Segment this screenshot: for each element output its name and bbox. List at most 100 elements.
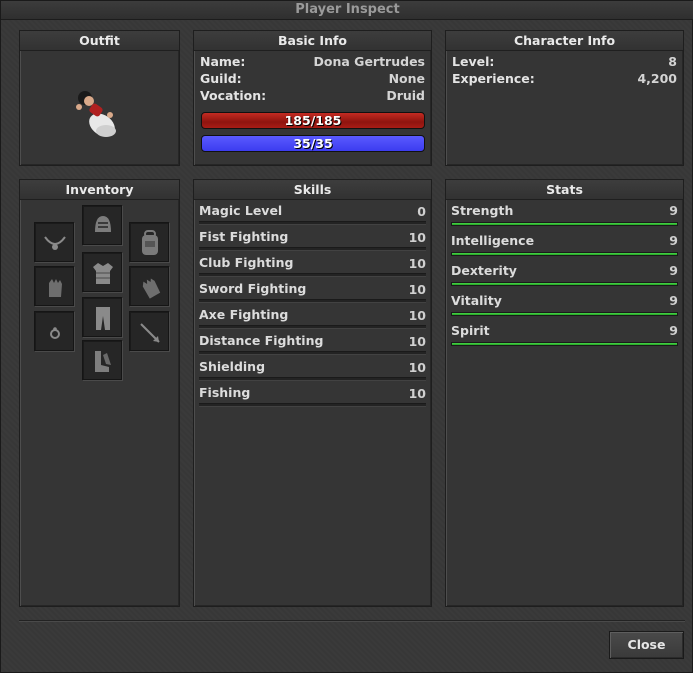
basic-info-panel: Basic Info Name: Dona Gertrudes Guild: N… — [193, 30, 432, 166]
stat-name: Vitality — [451, 293, 502, 308]
skill-progress-bar — [199, 247, 426, 251]
stat-progress-bar — [451, 252, 678, 256]
boots-icon — [95, 351, 111, 372]
backpack-slot[interactable] — [129, 222, 169, 262]
character-info-header: Character Info — [446, 31, 683, 51]
stat-name: Spirit — [451, 323, 490, 338]
arrow-slot[interactable] — [129, 311, 169, 351]
level-row: Level: 8 — [452, 53, 677, 70]
name-label: Name: — [200, 54, 246, 69]
necklace-icon — [44, 236, 66, 250]
skill-name: Magic Level — [199, 203, 283, 218]
skill-row: Fishing 10 — [199, 384, 426, 410]
arrow-icon — [140, 323, 160, 343]
stat-progress-bar — [451, 342, 678, 346]
gloves-icon — [49, 279, 62, 297]
skill-name: Fishing — [199, 385, 251, 400]
necklace-slot[interactable] — [34, 222, 74, 262]
ring-icon — [50, 327, 60, 339]
stat-row: Intelligence 9 — [451, 232, 678, 262]
skill-name: Sword Fighting — [199, 281, 307, 296]
stat-row: Vitality 9 — [451, 292, 678, 322]
character-info-panel: Character Info Level: 8 Experience: 4,20… — [445, 30, 684, 166]
gloves-icon — [142, 278, 161, 299]
experience-value: 4,200 — [637, 71, 677, 86]
mana-bar: 35/35 — [201, 135, 425, 152]
stat-value: 9 — [669, 233, 678, 248]
health-bar: 185/185 — [201, 112, 425, 129]
skill-name: Club Fighting — [199, 255, 294, 270]
stat-row: Spirit 9 — [451, 322, 678, 352]
legs-slot[interactable] — [82, 297, 122, 337]
skill-value: 10 — [408, 230, 426, 245]
guild-row: Guild: None — [200, 70, 425, 87]
character-outfit-sprite — [76, 91, 116, 137]
player-inspect-window: Player Inspect Outfit Basic Info Name: D… — [0, 0, 693, 673]
backpack-icon — [142, 230, 158, 255]
vocation-row: Vocation: Druid — [200, 87, 425, 104]
stat-name: Intelligence — [451, 233, 535, 248]
skills-panel: Skills Magic Level 0 Fist Fighting 10 Cl… — [193, 179, 432, 607]
skill-row: Magic Level 0 — [199, 202, 426, 228]
helmet-icon — [95, 216, 111, 232]
stat-progress-bar — [451, 312, 678, 316]
outfit-header: Outfit — [20, 31, 179, 51]
skills-header: Skills — [194, 180, 431, 200]
stat-name: Strength — [451, 203, 514, 218]
skill-progress-bar — [199, 351, 426, 355]
skill-name: Axe Fighting — [199, 307, 289, 322]
skill-name: Fist Fighting — [199, 229, 289, 244]
skill-progress-bar — [199, 221, 426, 225]
skill-row: Shielding 10 — [199, 358, 426, 384]
armor-icon — [93, 263, 113, 284]
skill-value: 10 — [408, 360, 426, 375]
armor-slot[interactable] — [82, 252, 122, 292]
skill-row: Sword Fighting 10 — [199, 280, 426, 306]
skill-progress-bar — [199, 403, 426, 407]
skill-row: Club Fighting 10 — [199, 254, 426, 280]
vocation-label: Vocation: — [200, 88, 267, 103]
outfit-panel: Outfit — [19, 30, 180, 166]
experience-row: Experience: 4,200 — [452, 70, 677, 87]
skill-name: Distance Fighting — [199, 333, 324, 348]
guild-value: None — [388, 71, 425, 86]
stat-value: 9 — [669, 263, 678, 278]
level-label: Level: — [452, 54, 495, 69]
vocation-value: Druid — [386, 88, 425, 103]
skill-row: Axe Fighting 10 — [199, 306, 426, 332]
helmet-slot[interactable] — [82, 205, 122, 245]
guild-label: Guild: — [200, 71, 242, 86]
stat-row: Dexterity 9 — [451, 262, 678, 292]
stats-header: Stats — [446, 180, 683, 200]
stats-panel: Stats Strength 9 Intelligence 9 Dexterit… — [445, 179, 684, 607]
skill-progress-bar — [199, 377, 426, 381]
gloves-slot-left[interactable] — [34, 266, 74, 306]
name-row: Name: Dona Gertrudes — [200, 53, 425, 70]
skill-row: Distance Fighting 10 — [199, 332, 426, 358]
skill-name: Shielding — [199, 359, 266, 374]
skill-value: 10 — [408, 334, 426, 349]
skill-value: 10 — [408, 386, 426, 401]
level-value: 8 — [668, 54, 677, 69]
inventory-panel: Inventory — [19, 179, 180, 607]
skill-row: Fist Fighting 10 — [199, 228, 426, 254]
stat-value: 9 — [669, 203, 678, 218]
inventory-header: Inventory — [20, 180, 179, 200]
boots-slot[interactable] — [82, 340, 122, 380]
ring-slot[interactable] — [34, 311, 74, 351]
skill-value: 10 — [408, 282, 426, 297]
close-button[interactable]: Close — [609, 631, 684, 659]
stat-value: 9 — [669, 323, 678, 338]
skill-value: 10 — [408, 256, 426, 271]
gloves-slot-right[interactable] — [129, 266, 169, 306]
window-title[interactable]: Player Inspect — [1, 1, 693, 20]
stat-progress-bar — [451, 282, 678, 286]
stat-value: 9 — [669, 293, 678, 308]
stat-progress-bar — [451, 222, 678, 226]
experience-label: Experience: — [452, 71, 535, 86]
skill-progress-bar — [199, 273, 426, 277]
legs-icon — [96, 307, 110, 330]
stat-row: Strength 9 — [451, 202, 678, 232]
stat-name: Dexterity — [451, 263, 517, 278]
basic-info-header: Basic Info — [194, 31, 431, 51]
